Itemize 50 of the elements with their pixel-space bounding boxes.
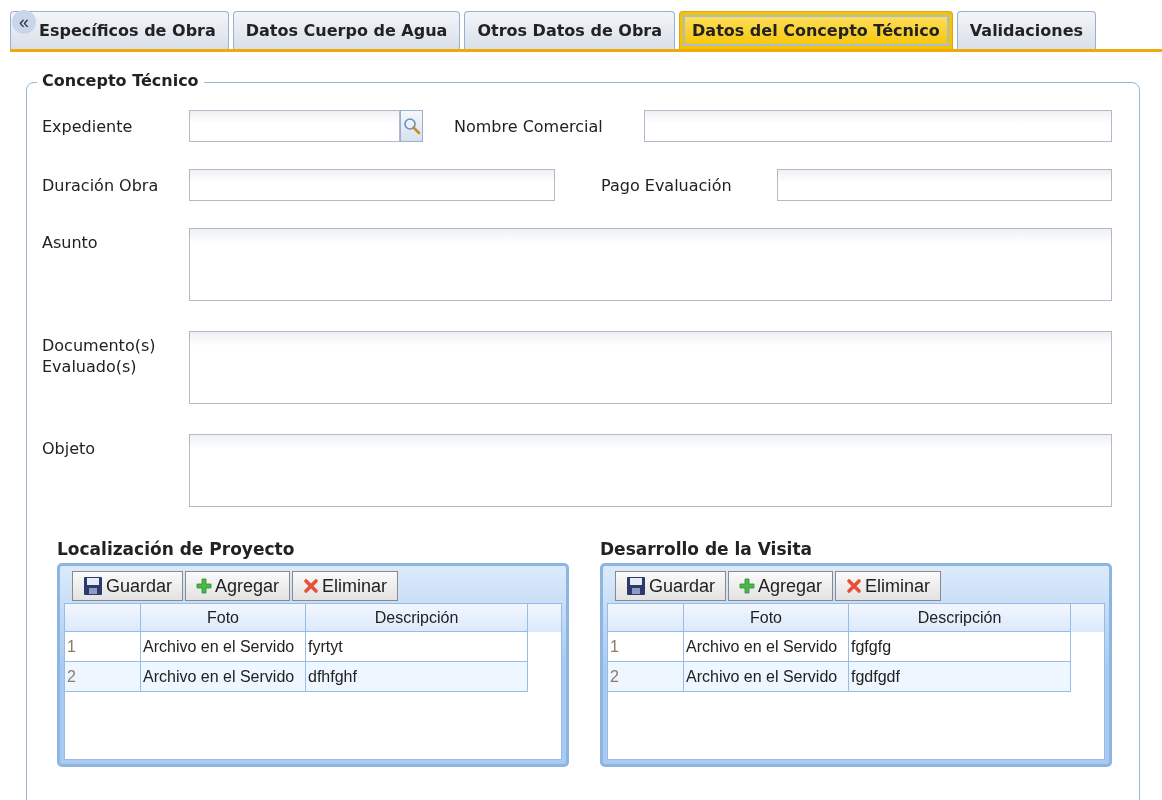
row-number: 1 <box>65 632 141 661</box>
field-label: Pago Evaluación <box>601 175 733 195</box>
fieldset-legend: Concepto Técnico <box>37 71 204 90</box>
table-cell: dfhfghf <box>306 662 528 691</box>
toolbar-button[interactable]: Agregar <box>728 571 834 601</box>
field-label: Documento(s) Evaluado(s) <box>42 335 157 377</box>
input-field[interactable] <box>189 169 555 201</box>
column-header[interactable]: Descripción <box>306 604 528 632</box>
field-label: Nombre Comercial <box>454 116 604 136</box>
table-cell: Archivo en el Servido <box>141 632 306 661</box>
tab[interactable]: Validaciones <box>956 11 1097 49</box>
table-cell: Archivo en el Servido <box>684 662 849 691</box>
field-label: Duración Obra <box>42 174 160 196</box>
delete-icon <box>846 578 863 594</box>
grid-title: Localización de Proyecto <box>57 539 296 561</box>
toolbar-button[interactable]: Eliminar <box>292 571 399 601</box>
grid-title: Desarrollo de la Visita <box>600 539 813 561</box>
table-cell: Archivo en el Servido <box>141 662 306 691</box>
row-number: 2 <box>65 662 141 691</box>
text-area[interactable] <box>189 228 1112 301</box>
plus-icon <box>739 578 756 594</box>
text-area[interactable] <box>189 434 1112 507</box>
input-field[interactable] <box>644 110 1112 142</box>
toolbar-button[interactable]: Guardar <box>615 571 727 601</box>
tab[interactable]: Datos del Concepto Técnico <box>679 11 953 49</box>
text-area[interactable] <box>189 331 1112 404</box>
table-cell: fgdfgdf <box>849 662 1071 691</box>
toolbar-button[interactable]: Eliminar <box>835 571 942 601</box>
input-field[interactable] <box>189 110 400 142</box>
input-field[interactable] <box>777 169 1112 201</box>
tab-scroll-button[interactable]: « <box>12 10 36 34</box>
table-cell: fgfgfg <box>849 632 1071 661</box>
plus-icon <box>196 578 213 594</box>
field-label: Expediente <box>42 115 134 137</box>
toolbar-button[interactable]: Agregar <box>185 571 291 601</box>
table-cell: fyrtyt <box>306 632 528 661</box>
column-header[interactable]: Descripción <box>849 604 1071 632</box>
row-number: 1 <box>608 632 684 661</box>
table-cell: Archivo en el Servido <box>684 632 849 661</box>
tab[interactable]: Datos Cuerpo de Agua <box>232 11 461 49</box>
column-header[interactable]: Foto <box>684 604 849 632</box>
search-icon <box>402 117 421 135</box>
search-button[interactable] <box>400 110 423 142</box>
tab[interactable]: Otros Datos de Obra <box>464 11 676 49</box>
delete-icon <box>303 578 320 594</box>
field-label: Objeto <box>42 438 97 459</box>
field-label: Asunto <box>42 232 99 253</box>
toolbar-button[interactable]: Guardar <box>72 571 184 601</box>
column-header[interactable]: Foto <box>141 604 306 632</box>
row-number: 2 <box>608 662 684 691</box>
